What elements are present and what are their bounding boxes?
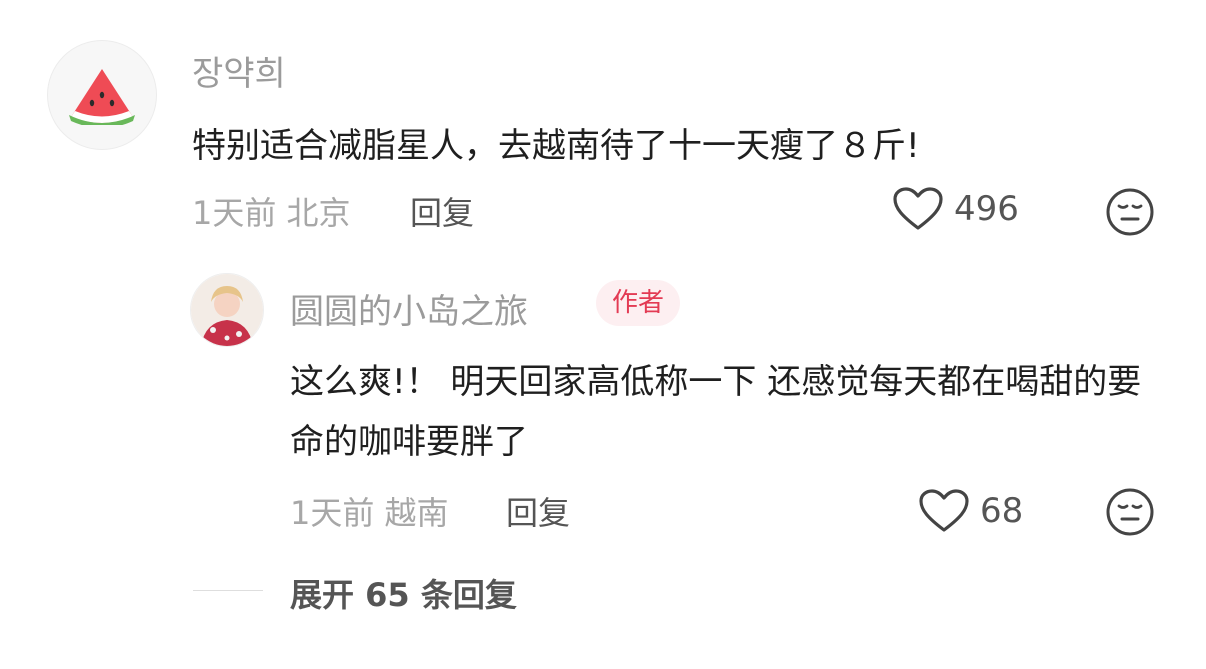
- heart-icon: [893, 187, 943, 230]
- reply-text: 这么爽!！ 明天回家高低称一下 还感觉每天都在喝甜的要命的咖啡要胖了: [290, 362, 1142, 462]
- reply-dislike-button[interactable]: [1104, 486, 1156, 542]
- heart-icon: [919, 489, 969, 532]
- comment-like-button[interactable]: 496: [892, 186, 1019, 232]
- reply-time: 1天前: [290, 494, 375, 532]
- comment-meta: 1天前 北京: [192, 188, 351, 234]
- author-avatar[interactable]: [190, 273, 264, 347]
- author-badge: 作者: [596, 280, 681, 326]
- comment-dislike-button[interactable]: [1104, 186, 1156, 242]
- comment-text: 特别适合减脂星人，去越南待了十一天瘦了８斤!: [192, 126, 920, 166]
- reply-reply-button[interactable]: 回复: [506, 488, 570, 534]
- commenter-avatar[interactable]: [47, 40, 157, 150]
- comment-time: 1天前: [192, 194, 277, 232]
- watermelon-icon: [69, 69, 135, 125]
- comment-location: 北京: [286, 194, 351, 232]
- author-username[interactable]: 圆圆的小岛之旅: [290, 284, 528, 333]
- commenter-username[interactable]: 장약희: [192, 46, 286, 95]
- neutral-face-icon: [1106, 488, 1154, 536]
- reply-meta: 1天前 越南: [290, 488, 449, 534]
- expand-replies-button[interactable]: 展开 65 条回复: [290, 570, 517, 616]
- comment-like-count: 496: [954, 189, 1019, 229]
- author-avatar-image: [191, 274, 263, 346]
- reply-location: 越南: [384, 494, 449, 532]
- comment-reply-button[interactable]: 回复: [410, 188, 474, 234]
- neutral-face-icon: [1106, 188, 1154, 236]
- reply-like-count: 68: [980, 491, 1024, 531]
- reply-like-button[interactable]: 68: [918, 488, 1023, 534]
- expand-divider: [193, 590, 263, 591]
